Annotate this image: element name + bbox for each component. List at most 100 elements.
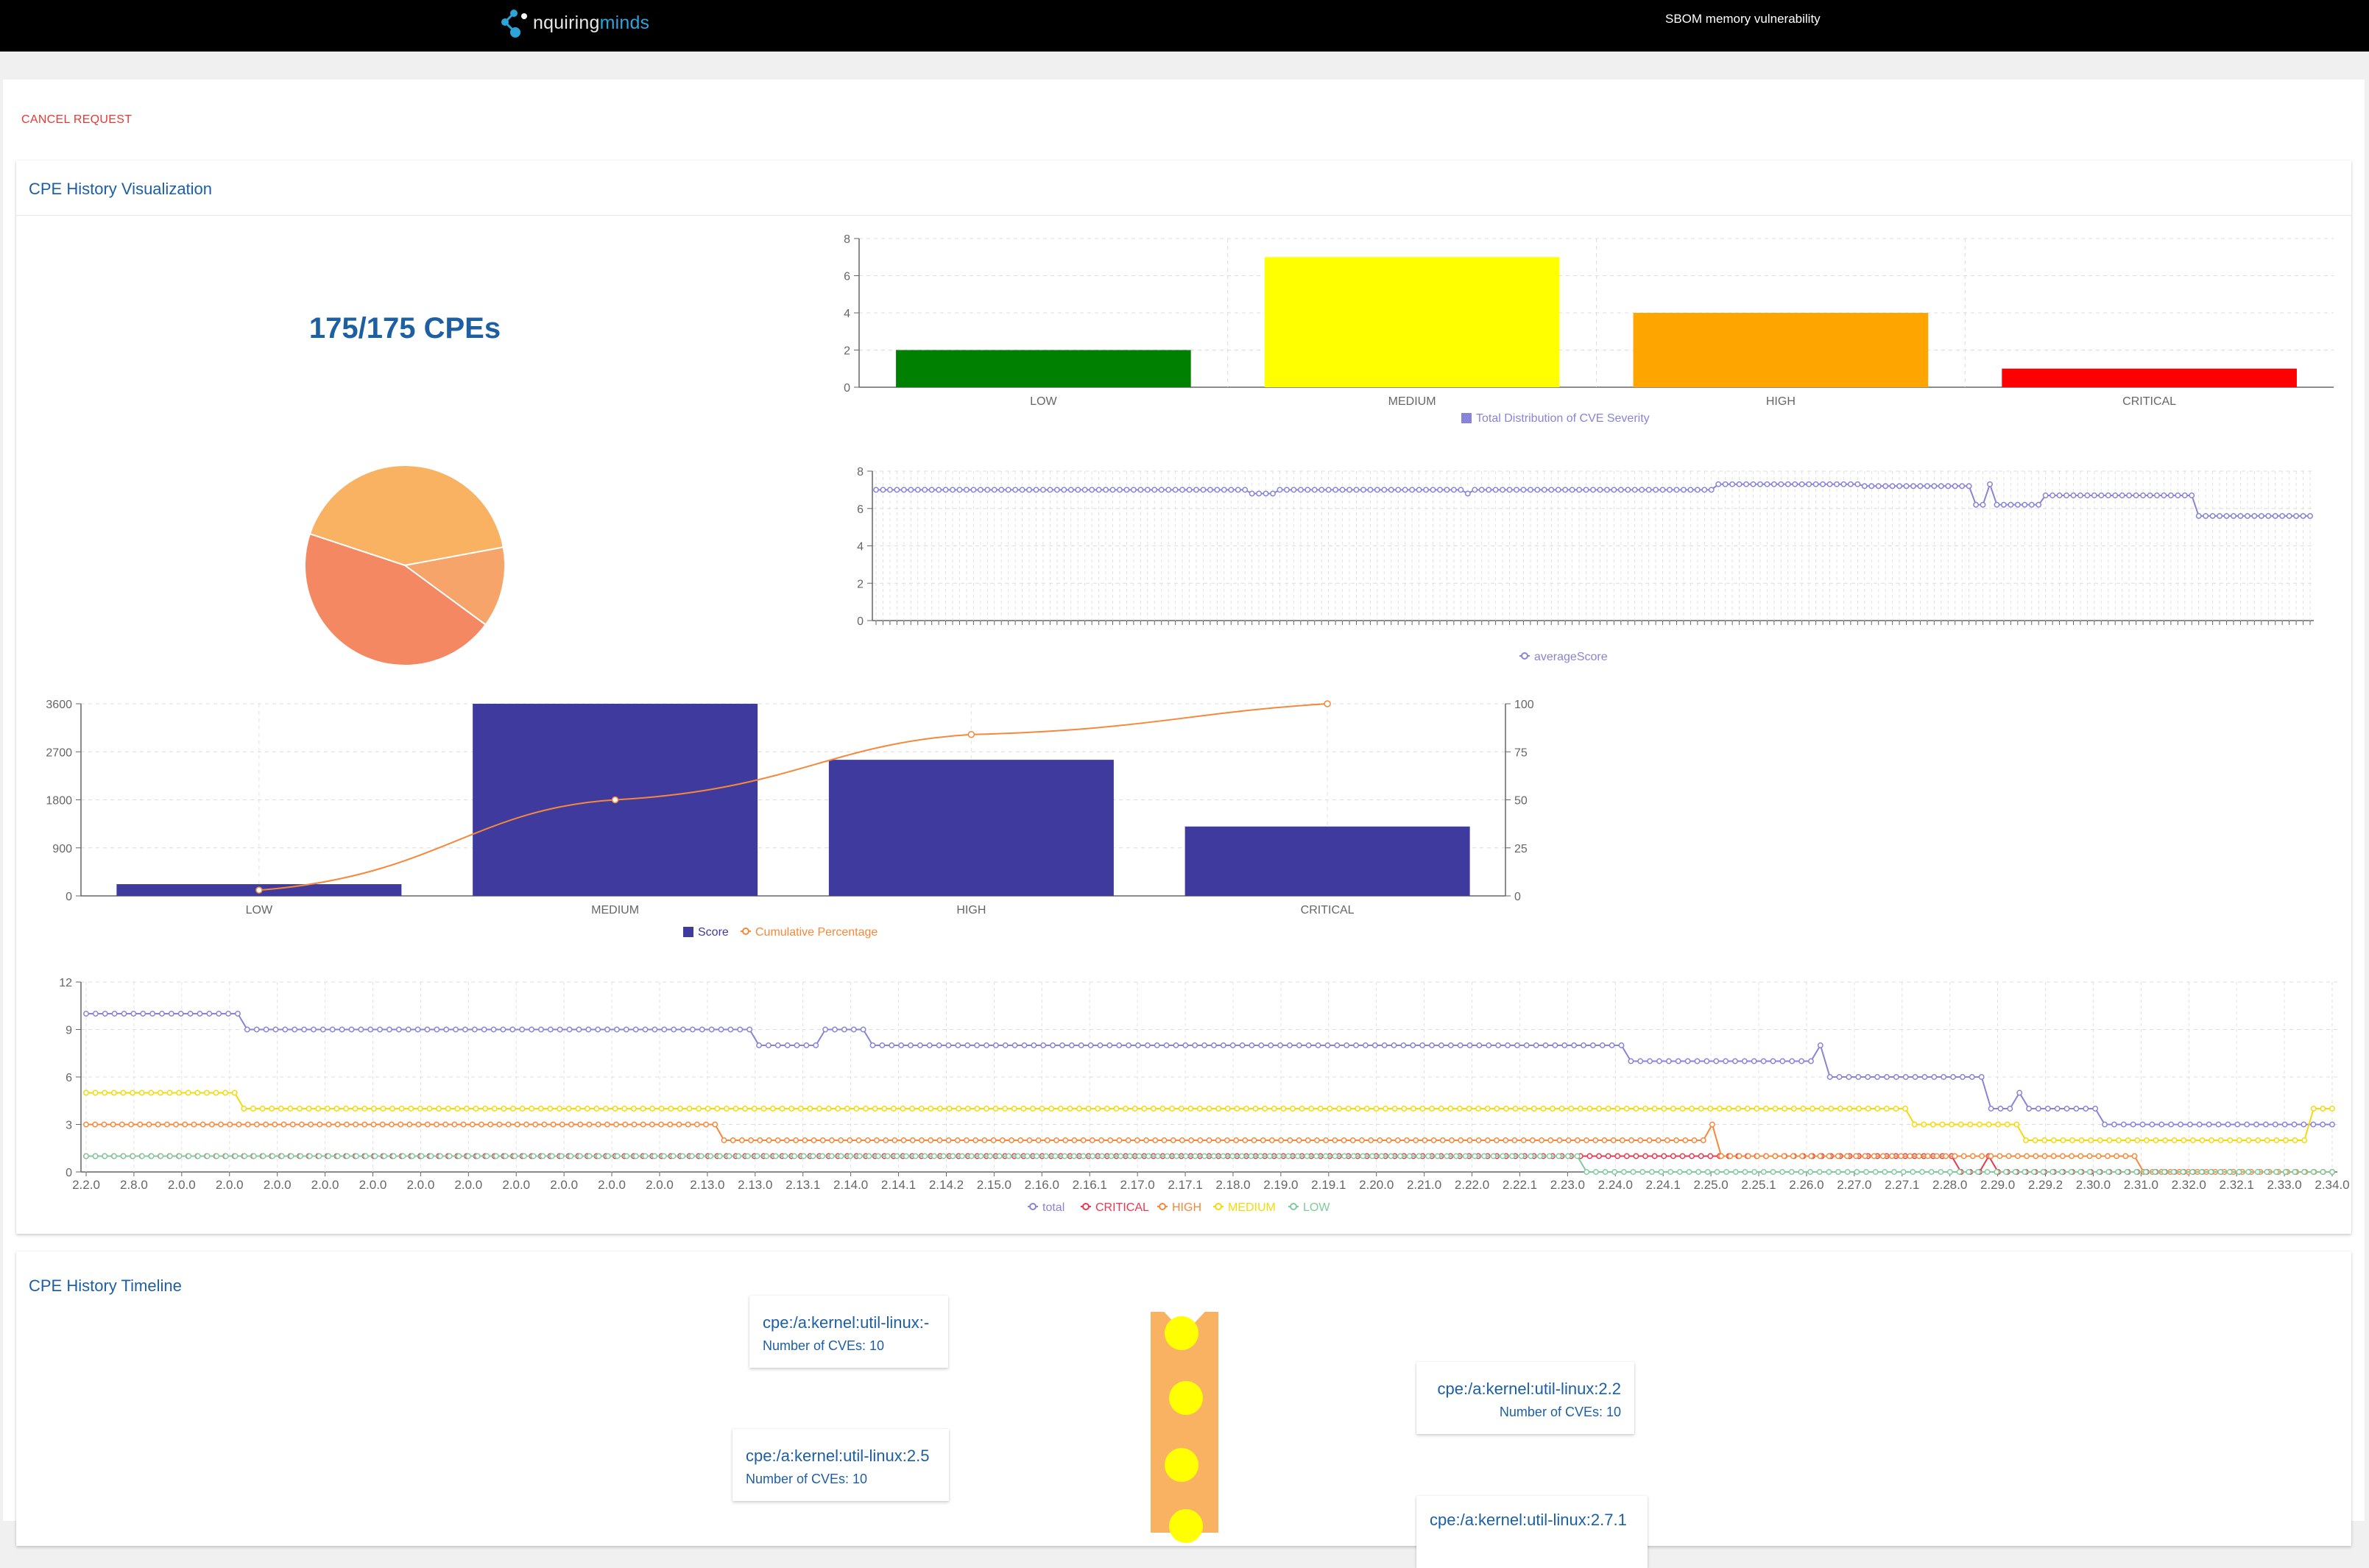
series-point-low: [2217, 1169, 2224, 1175]
series-point-total: [1931, 1074, 1938, 1080]
series-point-high: [1700, 1137, 1706, 1143]
series-point-total: [2092, 1106, 2099, 1112]
series-point-high: [2059, 1153, 2066, 1159]
series-point-high: [343, 1121, 350, 1128]
series-point-low: [409, 1153, 416, 1159]
series-point-medium: [770, 1106, 776, 1112]
average-score-point: [1541, 487, 1547, 493]
series-point-low: [819, 1153, 826, 1159]
series-point-medium: [1345, 1106, 1352, 1112]
timeline-dot[interactable]: [1165, 1448, 1198, 1482]
timeline-item[interactable]: cpe:/a:kernel:util-linux:2.2 Number of C…: [1416, 1362, 1634, 1434]
series-point-medium: [2199, 1137, 2206, 1143]
timeline-item[interactable]: cpe:/a:kernel:util-linux:2.7.1: [1416, 1496, 1648, 1568]
series-point-low: [1938, 1169, 1944, 1175]
series-point-total: [1258, 1042, 1265, 1048]
series-point-medium: [138, 1090, 145, 1096]
series-point-high: [1619, 1137, 1625, 1143]
series-point-low: [884, 1153, 891, 1159]
series-point-low: [1564, 1153, 1571, 1159]
average-score-point: [1548, 487, 1555, 493]
series-point-total: [784, 1042, 791, 1048]
series-point-medium: [1187, 1106, 1194, 1112]
series-point-low: [604, 1153, 611, 1159]
series-point-high: [1960, 1153, 1967, 1159]
series-point-total: [1893, 1074, 1899, 1080]
series-point-high: [353, 1121, 359, 1128]
series-point-total: [395, 1026, 402, 1033]
series-point-total: [462, 1026, 468, 1033]
series-point-high: [1853, 1153, 1860, 1159]
series-point-medium: [1985, 1121, 1992, 1128]
series-point-high: [1826, 1153, 1832, 1159]
series-point-low: [2180, 1169, 2186, 1175]
series-point-medium: [1512, 1106, 1519, 1112]
timeline-item[interactable]: cpe:/a:kernel:util-linux:2.5 Number of C…: [732, 1429, 949, 1501]
series-point-medium: [918, 1106, 925, 1112]
average-score-point: [2223, 512, 2230, 519]
series-point-medium: [1429, 1106, 1436, 1112]
timeline-item[interactable]: cpe:/a:kernel:util-linux:- Number of CVE…: [749, 1296, 948, 1368]
series-point-medium: [1438, 1106, 1444, 1112]
series-point-low: [1369, 1153, 1375, 1159]
series-point-low: [390, 1153, 397, 1159]
series-point-total: [841, 1026, 847, 1033]
series-point-medium: [1689, 1106, 1695, 1112]
x-tick-label: 2.19.0: [1263, 1178, 1298, 1192]
series-point-medium: [110, 1090, 117, 1096]
series-point-medium: [1494, 1106, 1500, 1112]
series-point-high: [954, 1137, 961, 1143]
series-point-low: [1472, 1153, 1478, 1159]
series-point-total: [652, 1026, 658, 1033]
series-point-medium: [1159, 1106, 1166, 1112]
average-score-point: [1353, 487, 1360, 493]
series-point-medium: [370, 1106, 377, 1112]
series-point-total: [1371, 1042, 1378, 1048]
series-point-medium: [1447, 1106, 1454, 1112]
average-score-point: [1040, 487, 1046, 493]
series-point-total: [680, 1026, 686, 1033]
legend-swatch-dot: [1082, 1203, 1090, 1210]
series-point-high: [1242, 1137, 1249, 1143]
series-point-medium: [1995, 1121, 2002, 1128]
average-score-point: [936, 487, 942, 493]
series-point-medium: [2329, 1106, 2335, 1112]
series-point-total: [1381, 1042, 1388, 1048]
series-point-total: [1959, 1074, 1966, 1080]
series-point-total: [1334, 1042, 1341, 1048]
series-point-total: [1400, 1042, 1407, 1048]
x-tick-label: 2.0.0: [216, 1178, 244, 1192]
series-point-high: [1053, 1137, 1059, 1143]
series-point-total: [1021, 1042, 1028, 1048]
timeline-dot[interactable]: [1169, 1509, 1203, 1543]
series-point-low: [353, 1153, 360, 1159]
series-point-high: [1197, 1137, 1204, 1143]
average-score-point: [1256, 490, 1263, 497]
average-score-point: [2022, 501, 2028, 508]
timeline-item-cpe: cpe:/a:kernel:util-linux:2.2: [1437, 1380, 1621, 1398]
timeline-dot[interactable]: [1169, 1381, 1203, 1415]
series-point-medium: [751, 1106, 758, 1112]
series-point-high: [1772, 1153, 1779, 1159]
y-tick-label: 0: [66, 1167, 72, 1179]
series-point-total: [1495, 1042, 1502, 1048]
series-point-medium: [1308, 1106, 1315, 1112]
series-point-low: [176, 1153, 183, 1159]
series-point-total: [1002, 1042, 1009, 1048]
series-point-high: [1484, 1137, 1491, 1143]
series-point-high: [568, 1121, 574, 1128]
series-point-medium: [1716, 1106, 1723, 1112]
series-point-high: [1466, 1137, 1473, 1143]
cumulative-percentage-line: [258, 703, 1328, 891]
series-point-medium: [1754, 1106, 1760, 1112]
timeline-dot[interactable]: [1165, 1316, 1198, 1350]
series-point-medium: [203, 1090, 210, 1096]
series-point-low: [1844, 1169, 1851, 1175]
series-point-low: [1015, 1153, 1021, 1159]
series-point-high: [1718, 1153, 1725, 1159]
series-point-high: [1889, 1153, 1895, 1159]
average-score-point: [1123, 487, 1130, 493]
series-point-medium: [1670, 1106, 1676, 1112]
series-point-high: [900, 1137, 907, 1143]
legend-label: Total Distribution of CVE Severity: [1476, 412, 1650, 425]
